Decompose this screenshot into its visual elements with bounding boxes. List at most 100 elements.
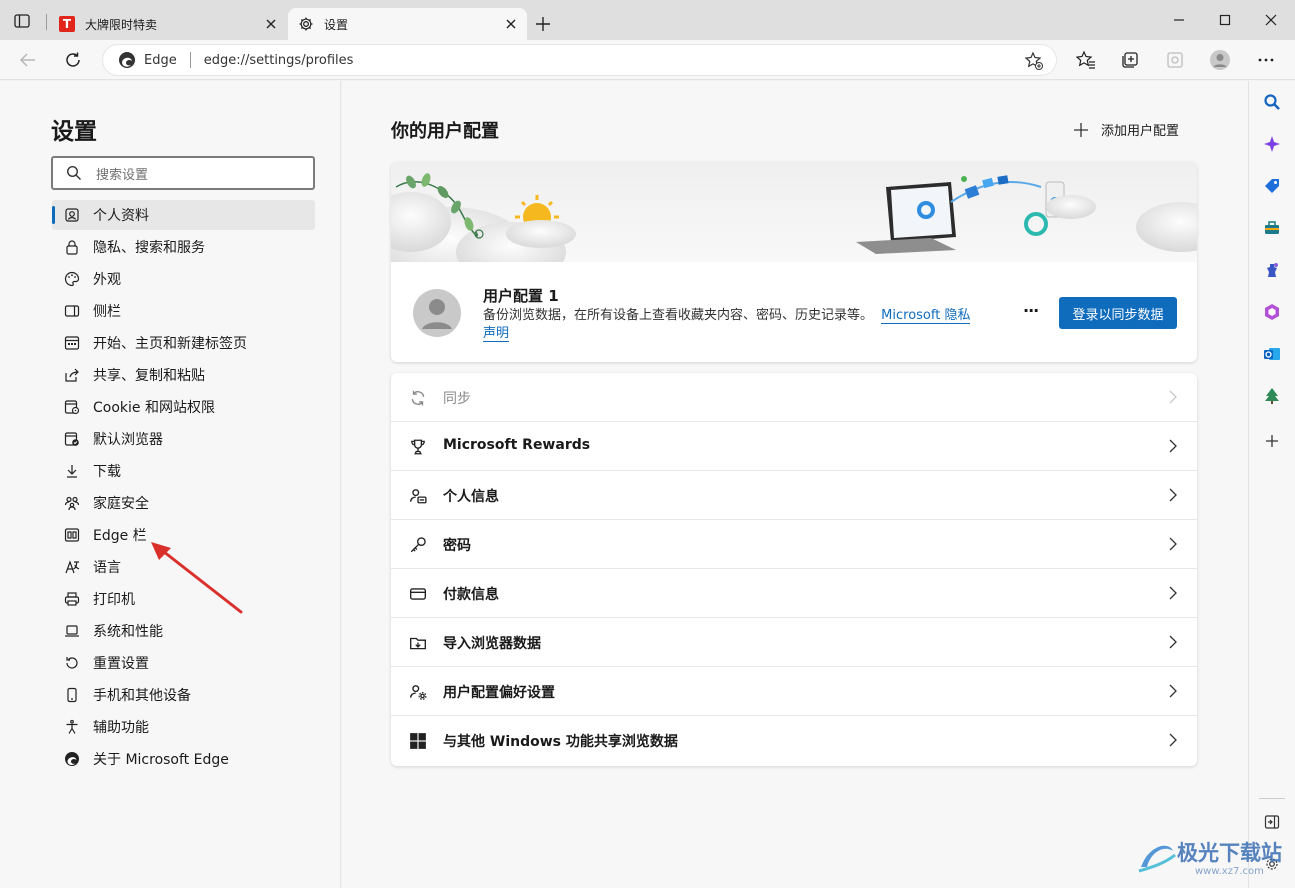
- collections-icon[interactable]: [1114, 44, 1146, 76]
- row-label: 用户配置偏好设置: [443, 685, 555, 701]
- nav-item[interactable]: Cookie 和网站权限: [52, 392, 315, 422]
- row-label: 导入浏览器数据: [443, 636, 541, 652]
- tab-settings[interactable]: 设置: [288, 8, 527, 40]
- palette-icon: [64, 271, 80, 287]
- nav-item-label: Cookie 和网站权限: [93, 400, 215, 416]
- nav-item[interactable]: 开始、主页和新建标签页: [52, 328, 315, 358]
- more-options-button[interactable]: ···: [1023, 301, 1039, 320]
- refresh-button[interactable]: [57, 44, 89, 76]
- nav-item[interactable]: 手机和其他设备: [52, 680, 315, 710]
- search-icon: [66, 165, 82, 181]
- nav-item[interactable]: 关于 Microsoft Edge: [52, 744, 315, 774]
- chevron-right-icon: [1167, 487, 1179, 503]
- new-tab-icon[interactable]: [535, 16, 551, 32]
- annotation-arrow: [151, 542, 243, 614]
- settings-row[interactable]: 同步: [391, 373, 1197, 422]
- profile-avatar-button[interactable]: [1204, 44, 1236, 76]
- nav-item-label: 关于 Microsoft Edge: [93, 752, 229, 768]
- privacy-link[interactable]: Microsoft 隐私: [881, 308, 971, 324]
- sync-icon: [409, 389, 427, 407]
- nav-item[interactable]: 隐私、搜索和服务: [52, 232, 315, 262]
- download-icon: [64, 463, 80, 479]
- edge-logo-icon: [118, 51, 136, 69]
- address-divider: [189, 52, 191, 68]
- nav-item-label: 默认浏览器: [93, 432, 163, 448]
- shopping-tag-icon[interactable]: [1261, 175, 1283, 197]
- row-label: Microsoft Rewards: [443, 437, 591, 453]
- nav-item-label: 系统和性能: [93, 624, 163, 640]
- profile-card: 用户配置 1 备份浏览数据，在所有设备上查看收藏夹内容、密码、历史记录等。 Mi…: [391, 162, 1197, 362]
- privacy-link-cont[interactable]: 声明: [483, 326, 510, 342]
- tab-title: 设置: [324, 17, 349, 32]
- address-toolbar: Edge edge://settings/profiles: [0, 40, 1295, 80]
- nav-item-label: 语言: [93, 560, 121, 576]
- settings-row[interactable]: 付款信息: [391, 569, 1197, 618]
- search-settings-input[interactable]: 搜索设置: [51, 156, 315, 190]
- settings-row[interactable]: Microsoft Rewards: [391, 422, 1197, 471]
- import-icon: [409, 634, 427, 652]
- chevron-right-icon: [1167, 438, 1179, 454]
- settings-row[interactable]: 个人信息: [391, 471, 1197, 520]
- discover-icon[interactable]: [1261, 133, 1283, 155]
- address-bar[interactable]: Edge edge://settings/profiles: [102, 44, 1057, 76]
- row-label: 付款信息: [443, 587, 499, 603]
- add-favorite-icon[interactable]: [1024, 51, 1044, 71]
- nav-item-label: 共享、复制和粘贴: [93, 368, 205, 384]
- tools-icon[interactable]: [1261, 217, 1283, 239]
- nav-item[interactable]: 重置设置: [52, 648, 315, 678]
- row-label: 同步: [443, 391, 471, 407]
- minimize-button[interactable]: [1164, 8, 1194, 32]
- add-sidebar-app-icon[interactable]: [1261, 430, 1283, 452]
- search-icon[interactable]: [1261, 91, 1283, 113]
- search-placeholder: 搜索设置: [96, 167, 149, 183]
- extension-icon[interactable]: [1159, 44, 1191, 76]
- nav-item[interactable]: 默认浏览器: [52, 424, 315, 454]
- back-button[interactable]: [12, 44, 44, 76]
- phone-icon: [64, 687, 80, 703]
- nav-item[interactable]: 个人资料: [52, 200, 315, 230]
- maximize-button[interactable]: [1210, 8, 1240, 32]
- profile-description: 备份浏览数据，在所有设备上查看收藏夹内容、密码、历史记录等。 Microsoft…: [483, 307, 1003, 343]
- games-icon[interactable]: [1261, 259, 1283, 281]
- nav-item-label: 打印机: [93, 592, 135, 608]
- settings-row[interactable]: 导入浏览器数据: [391, 618, 1197, 667]
- office-icon[interactable]: [1261, 301, 1283, 323]
- printer-icon: [64, 591, 80, 607]
- more-menu-icon[interactable]: [1250, 44, 1282, 76]
- close-tab-icon[interactable]: [503, 16, 519, 32]
- browser-icon: [64, 431, 80, 447]
- nav-item[interactable]: 外观: [52, 264, 315, 294]
- home-tiles-icon: [64, 335, 80, 351]
- close-tab-icon[interactable]: [263, 16, 279, 32]
- tab-deals[interactable]: T 大牌限时特卖: [51, 8, 287, 40]
- nav-item[interactable]: 侧栏: [52, 296, 315, 326]
- tab-actions-icon[interactable]: [14, 14, 30, 28]
- row-label: 与其他 Windows 功能共享浏览数据: [443, 734, 678, 750]
- profile-banner: [391, 162, 1197, 262]
- profile-settings-icon: [409, 683, 427, 701]
- cookie-icon: [64, 399, 80, 415]
- nav-item[interactable]: 共享、复制和粘贴: [52, 360, 315, 390]
- gear-icon: [298, 16, 314, 32]
- nav-item[interactable]: 家庭安全: [52, 488, 315, 518]
- outlook-icon[interactable]: [1261, 343, 1283, 365]
- settings-row[interactable]: 与其他 Windows 功能共享浏览数据: [391, 716, 1197, 765]
- nav-item[interactable]: 辅助功能: [52, 712, 315, 742]
- nav-item[interactable]: 下载: [52, 456, 315, 486]
- reset-icon: [64, 655, 80, 671]
- hide-sidebar-icon[interactable]: [1261, 811, 1283, 833]
- tree-icon[interactable]: [1261, 385, 1283, 407]
- nav-item[interactable]: 系统和性能: [52, 616, 315, 646]
- add-profile-label: 添加用户配置: [1101, 124, 1180, 139]
- profile-name: 用户配置 1: [483, 287, 559, 305]
- close-window-button[interactable]: [1256, 8, 1286, 32]
- nav-item-label: Edge 栏: [93, 528, 147, 544]
- settings-row[interactable]: 密码: [391, 520, 1197, 569]
- row-label: 密码: [443, 538, 471, 554]
- add-profile-button[interactable]: 添加用户配置: [1073, 120, 1179, 139]
- favorites-icon[interactable]: [1070, 44, 1102, 76]
- nav-item-label: 重置设置: [93, 656, 149, 672]
- sign-in-sync-button[interactable]: 登录以同步数据: [1059, 297, 1177, 329]
- nav-item-label: 个人资料: [93, 208, 149, 224]
- settings-row[interactable]: 用户配置偏好设置: [391, 667, 1197, 716]
